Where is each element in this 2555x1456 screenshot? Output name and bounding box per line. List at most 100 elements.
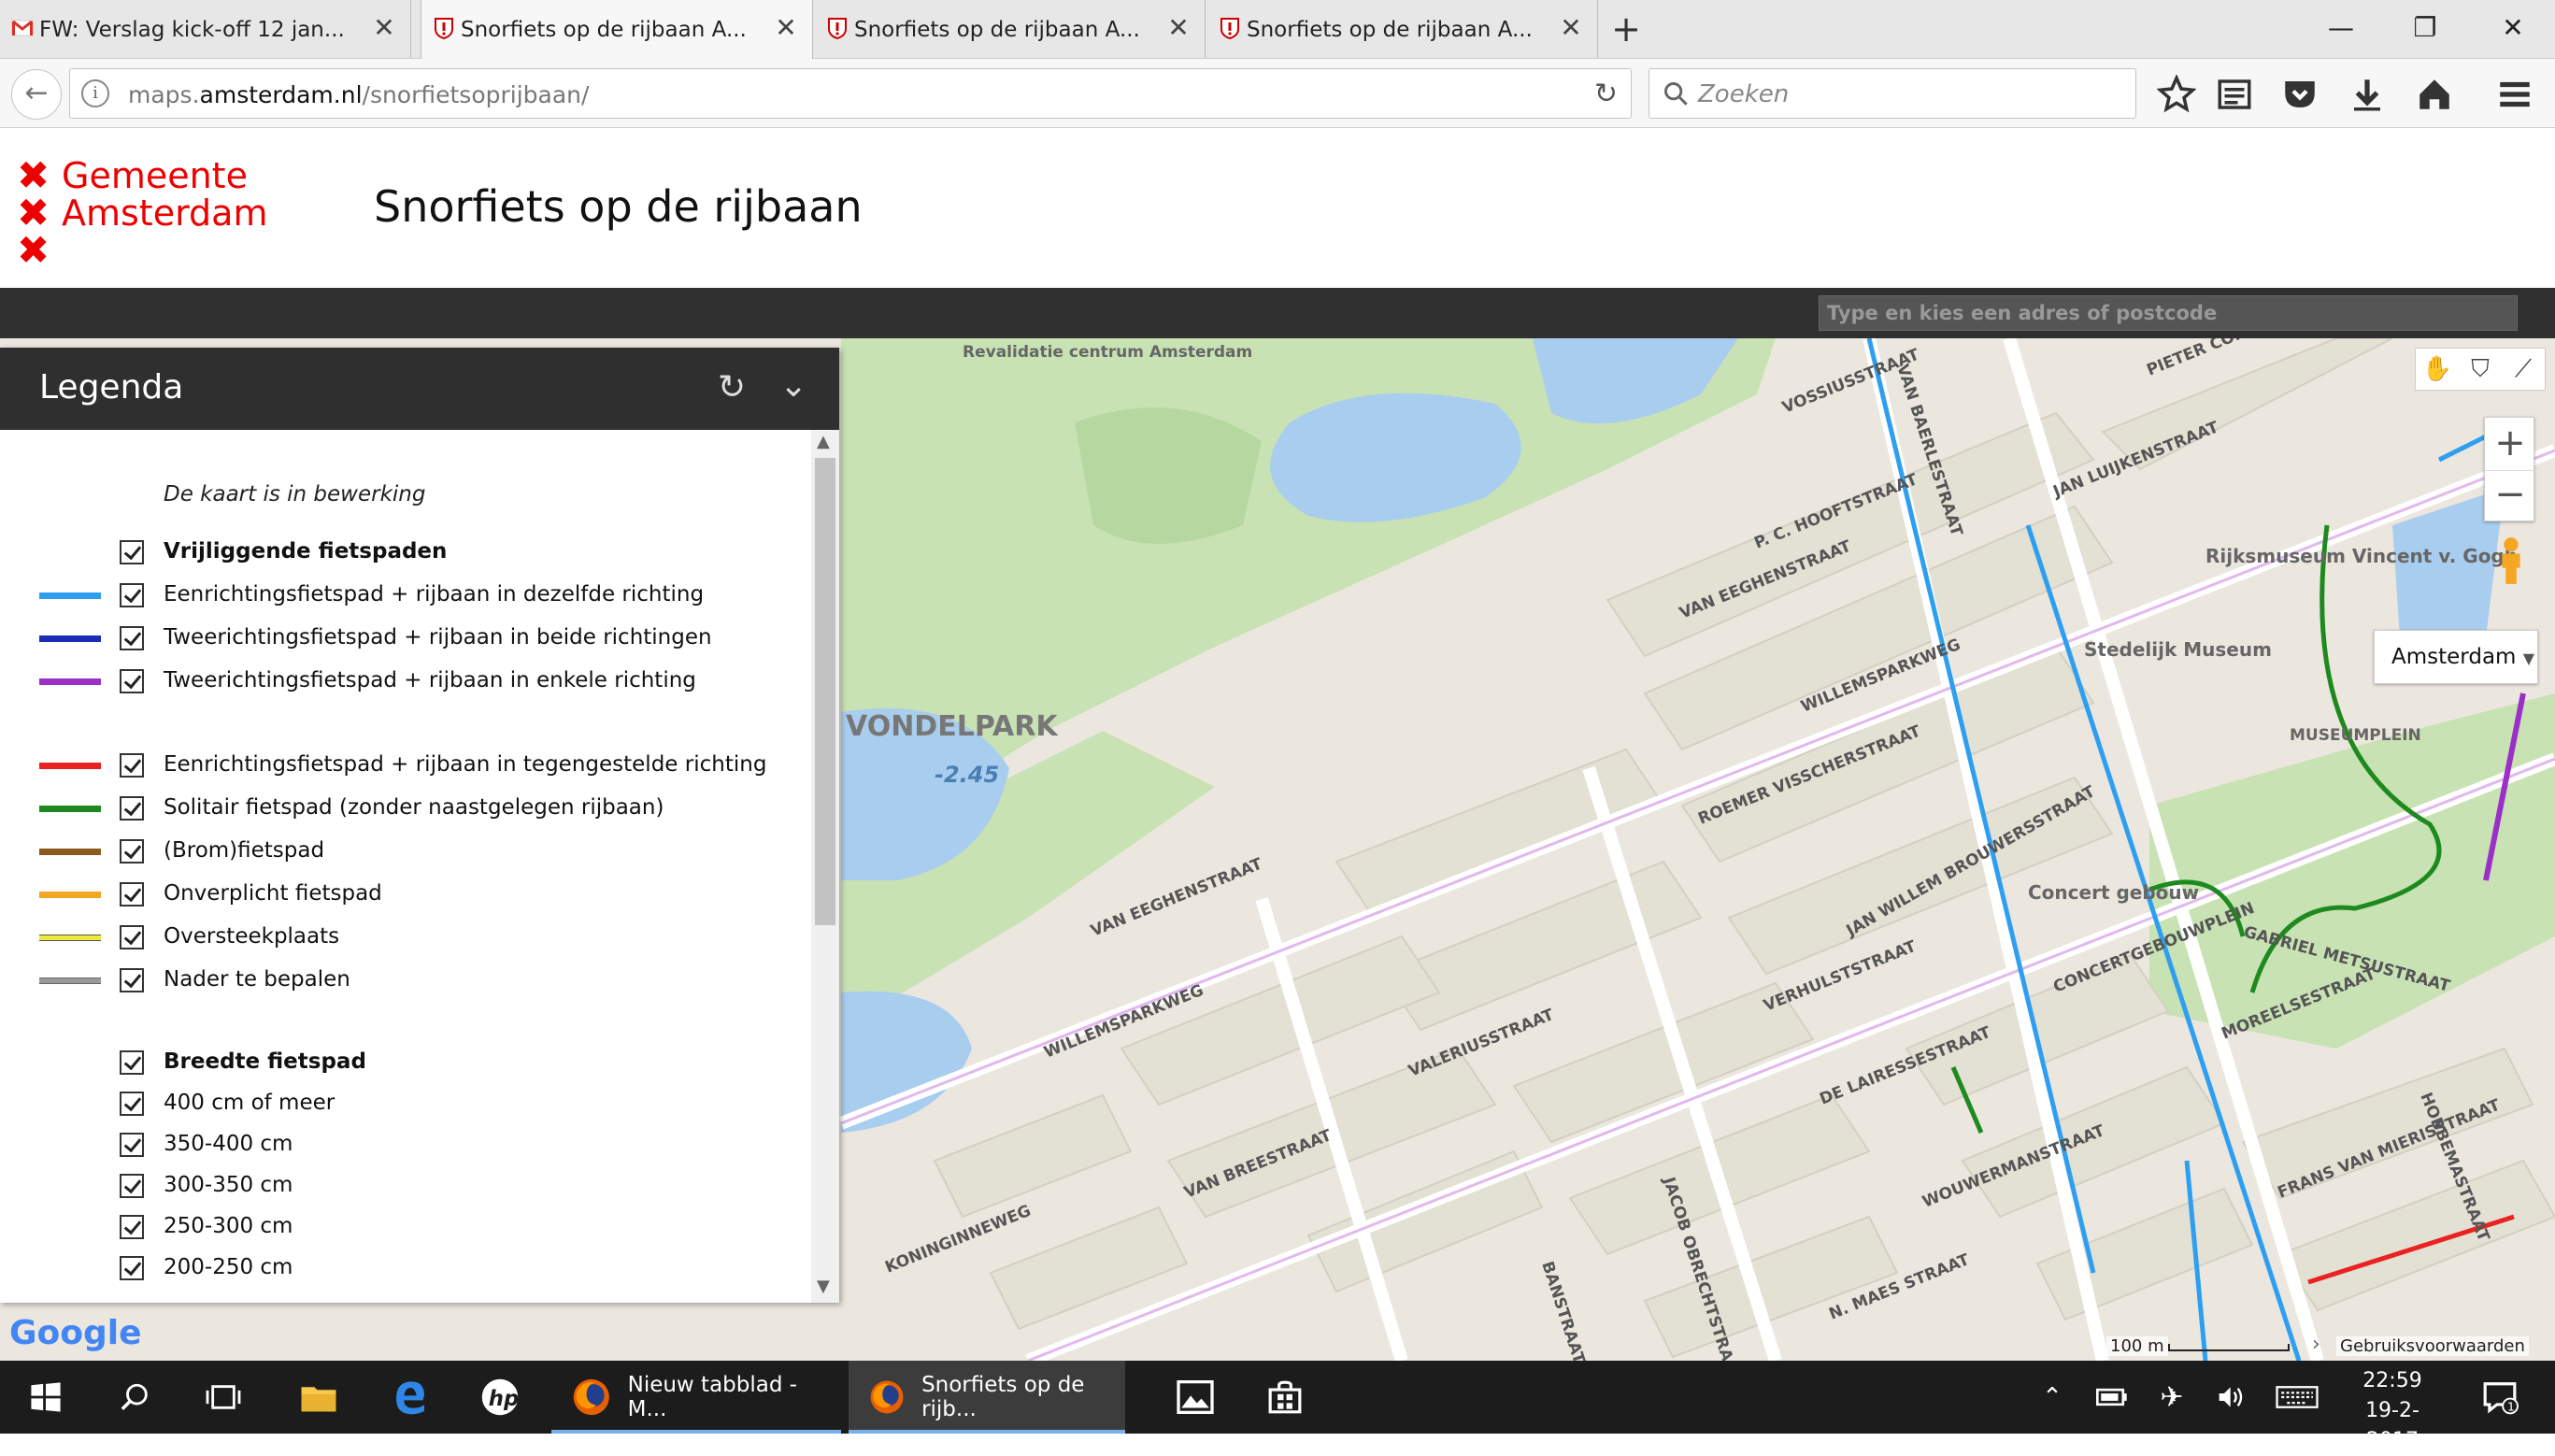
legend-item-eenrichting-dezelfde[interactable]: Eenrichtingsfietspad + rijbaan in dezelf… <box>0 578 804 615</box>
reading-list-icon[interactable] <box>2215 75 2254 114</box>
file-explorer-icon[interactable] <box>286 1361 351 1434</box>
checkbox[interactable] <box>120 882 144 906</box>
close-tab-icon[interactable]: ✕ <box>773 15 799 41</box>
page-header: ✖ Gemeente ✖ Amsterdam ✖ Snorfiets op de r… <box>0 129 2555 288</box>
checkbox[interactable] <box>120 839 144 864</box>
checkbox[interactable] <box>120 1215 144 1239</box>
close-tab-icon[interactable]: ✕ <box>1165 15 1192 41</box>
system-clock[interactable]: 22:59 19-2-2017 <box>2346 1366 2439 1456</box>
legend-item-label: 350-400 cm <box>164 1132 293 1156</box>
zoom-in-button[interactable]: + <box>2485 418 2535 470</box>
legend-item-300[interactable]: 300-350 cm <box>0 1168 804 1206</box>
scroll-up-icon[interactable]: ▲ <box>817 432 830 451</box>
checkbox[interactable] <box>120 1133 144 1157</box>
legend-body: De kaart is in bewerking Vrijliggende fi… <box>0 430 811 1303</box>
airplane-mode-icon[interactable]: ✈ <box>2151 1361 2192 1434</box>
logo-cross-icon: ✖ <box>17 227 50 273</box>
legend-item-oversteekplaats[interactable]: Oversteekplaats <box>0 920 804 957</box>
bookmark-star-icon[interactable] <box>2157 75 2196 114</box>
draw-polygon-icon[interactable]: ⛉ <box>2459 349 2502 390</box>
windows-start-icon[interactable] <box>13 1361 79 1434</box>
street-view-pegman-icon[interactable] <box>2490 535 2533 587</box>
minimize-button[interactable]: — <box>2318 9 2364 47</box>
reload-icon[interactable]: ↻ <box>1594 78 1618 110</box>
legend-item-solitair[interactable]: Solitair fietspad (zonder naastgelegen r… <box>0 791 804 828</box>
tab-snorfiets-3[interactable]: Snorfiets op de rijbaan A... ✕ <box>1207 0 1598 59</box>
tab-snorfiets-active[interactable]: Snorfiets op de rijbaan A... ✕ <box>421 0 813 60</box>
scroll-down-icon[interactable]: ▼ <box>817 1277 830 1296</box>
legend-item-breedte[interactable]: Breedte fietspad <box>0 1045 804 1082</box>
checkbox[interactable] <box>120 1174 144 1198</box>
taskbar-app-nieuw-tabblad[interactable]: Nieuw tabblad - M... <box>551 1361 841 1434</box>
search-icon[interactable] <box>103 1361 168 1434</box>
home-icon[interactable] <box>2415 75 2454 114</box>
gemeente-amsterdam-logo[interactable]: ✖ Gemeente ✖ Amsterdam ✖ <box>17 156 267 273</box>
photos-icon[interactable] <box>1163 1361 1228 1434</box>
legend-item-label: Solitair fietspad (zonder naastgelegen r… <box>164 795 664 820</box>
show-hidden-icons-icon[interactable]: ⌃ <box>2034 1361 2071 1434</box>
checkbox[interactable] <box>120 626 144 650</box>
keyboard-icon[interactable] <box>2271 1361 2323 1434</box>
checkbox[interactable] <box>120 753 144 778</box>
url-bar[interactable]: i maps.amsterdam.nl/snorfietsoprijbaan/ … <box>69 68 1632 119</box>
taskbar-app-snorfiets[interactable]: Snorfiets op de rijb... <box>849 1361 1125 1434</box>
checkbox[interactable] <box>120 796 144 821</box>
address-search-input[interactable]: Type en kies een adres of postcode <box>1819 295 2518 331</box>
legend-item-400[interactable]: 400 cm of meer <box>0 1086 804 1123</box>
task-view-icon[interactable] <box>191 1361 256 1434</box>
legend-item-eenrichting-tegengestelde[interactable]: Eenrichtingsfietspad + rijbaan in tegeng… <box>0 748 804 785</box>
search-input[interactable]: Zoeken <box>1649 68 2136 119</box>
hp-icon[interactable]: hp <box>467 1361 533 1434</box>
legend-item-bromfietspad[interactable]: (Brom)fietspad <box>0 834 804 871</box>
legend-item-200[interactable]: 200-250 cm <box>0 1250 804 1288</box>
taskbar-app-label: Snorfiets op de rijb... <box>921 1373 1085 1421</box>
close-tab-icon[interactable]: ✕ <box>1558 15 1584 41</box>
chevron-right-icon[interactable]: › <box>2312 1333 2320 1356</box>
checkbox[interactable] <box>120 583 144 607</box>
downloads-icon[interactable] <box>2348 75 2387 114</box>
refresh-icon[interactable]: ↻ <box>718 368 746 407</box>
close-tab-icon[interactable]: ✕ <box>371 15 397 41</box>
checkbox[interactable] <box>120 1092 144 1116</box>
legend-item-350[interactable]: 350-400 cm <box>0 1127 804 1164</box>
legend-scrollbar[interactable]: ▲ ▼ <box>811 430 839 1303</box>
legend-item-onverplicht[interactable]: Onverplicht fietspad <box>0 877 804 914</box>
restore-button[interactable]: ❐ <box>2402 9 2448 47</box>
action-center-icon[interactable]: 1 <box>2467 1361 2533 1434</box>
checkbox[interactable] <box>120 669 144 693</box>
city-select[interactable]: Amsterdam ▼ <box>2374 630 2538 684</box>
legend-item-250[interactable]: 250-300 cm <box>0 1209 804 1247</box>
legend-swatch <box>39 678 101 685</box>
volume-icon[interactable] <box>2211 1361 2252 1434</box>
zoom-out-button[interactable]: − <box>2485 470 2535 522</box>
menu-icon[interactable] <box>2495 75 2534 114</box>
new-tab-button[interactable]: + <box>1607 11 1645 49</box>
store-icon[interactable] <box>1252 1361 1318 1434</box>
back-button[interactable]: ← <box>11 69 62 120</box>
map-scale-label: 100 m <box>2106 1336 2168 1356</box>
tab-gmail[interactable]: FW: Verslag kick-off 12 jan... ✕ <box>0 0 411 59</box>
legend-item-tweerichting-beide[interactable]: Tweerichtingsfietspad + rijbaan in beide… <box>0 621 804 658</box>
checkbox[interactable] <box>120 925 144 949</box>
checkbox[interactable] <box>120 1256 144 1280</box>
scrollbar-thumb[interactable] <box>815 458 835 925</box>
close-window-button[interactable]: ✕ <box>2490 9 2536 47</box>
legend-note: De kaart is in bewerking <box>164 482 426 507</box>
edge-icon[interactable] <box>378 1361 443 1434</box>
checkbox[interactable] <box>120 968 144 992</box>
tab-snorfiets-2[interactable]: Snorfiets op de rijbaan A... ✕ <box>815 0 1206 59</box>
legend-item-vrijliggende[interactable]: Vrijliggende fietspaden <box>0 535 804 572</box>
battery-icon[interactable] <box>2091 1361 2133 1434</box>
map-label-water-level: -2.45 <box>935 762 999 788</box>
legend-item-tweerichting-enkele[interactable]: Tweerichtingsfietspad + rijbaan in enkel… <box>0 664 804 701</box>
chevron-down-icon[interactable]: ⌄ <box>779 366 807 405</box>
legend-item-nader[interactable]: Nader te bepalen <box>0 963 804 1000</box>
checkbox[interactable] <box>120 1050 144 1075</box>
pocket-icon[interactable] <box>2280 75 2319 114</box>
checkbox[interactable] <box>120 540 144 564</box>
pan-hand-icon[interactable]: ✋ <box>2416 349 2459 390</box>
draw-line-icon[interactable]: ⟋ <box>2502 349 2545 390</box>
terms-link[interactable]: Gebruiksvoorwaarden <box>2336 1336 2529 1356</box>
info-icon[interactable]: i <box>81 79 109 107</box>
svg-text:hp: hp <box>489 1387 519 1411</box>
